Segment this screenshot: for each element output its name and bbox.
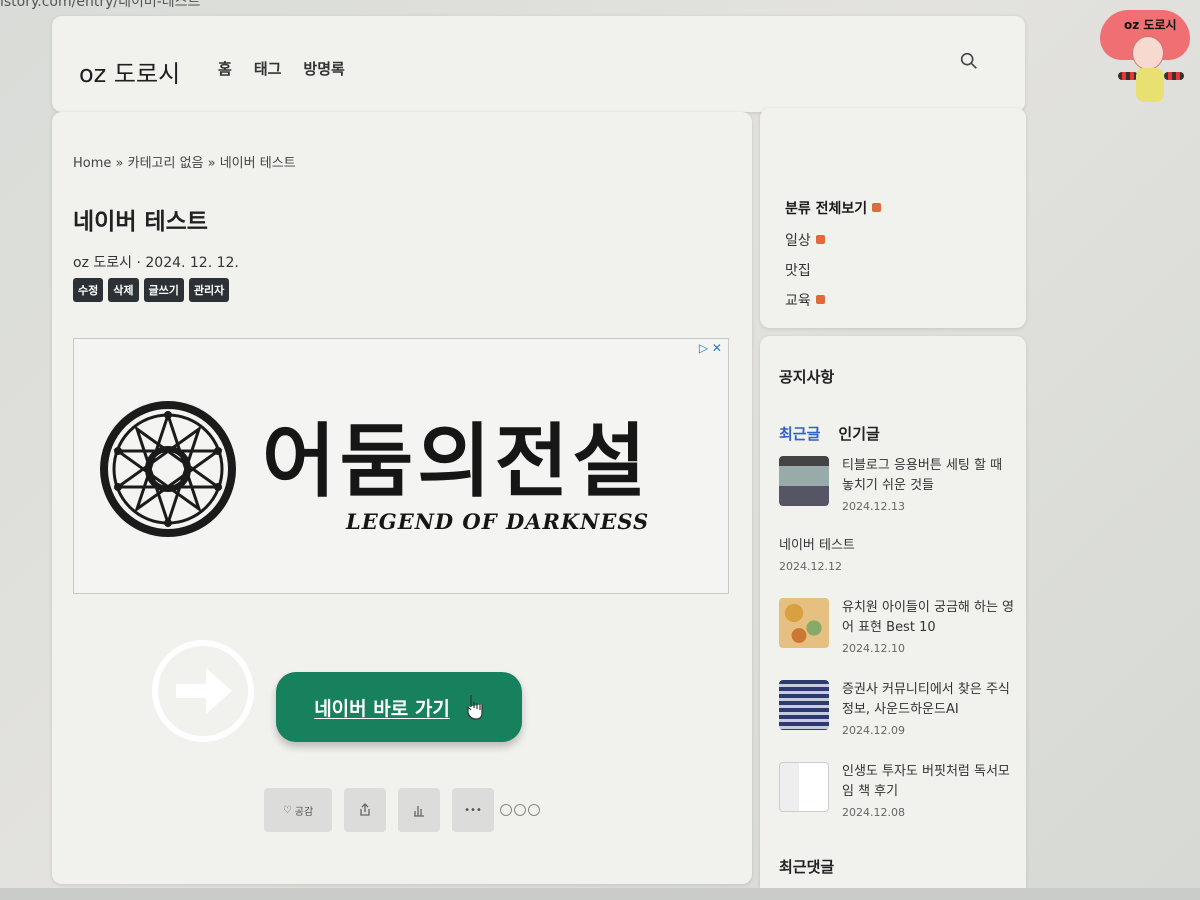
- post-date: 2024.12.13: [842, 500, 905, 513]
- recent-posts-widget: 공지사항 최근글 인기글 티블로그 응용버튼 세팅 할 때 놓치기 쉬운 것들 …: [760, 336, 1026, 896]
- arrow-right-icon: [152, 640, 254, 742]
- category-item-education[interactable]: 교육: [785, 290, 825, 310]
- post-link-title: 인생도 투자도 버핏처럼 독서모임 책 후기: [842, 764, 1010, 799]
- category-item-daily[interactable]: 일상: [785, 230, 825, 250]
- article-card: Home » 카테고리 없음 » 네이버 테스트 네이버 테스트 oz 도로시 …: [52, 112, 752, 884]
- post-tabs: 최근글 인기글: [779, 423, 880, 444]
- stats-button[interactable]: [398, 788, 440, 832]
- post-date: 2024.12.10: [842, 642, 905, 655]
- share-icon: [360, 803, 370, 816]
- notice-heading[interactable]: 공지사항: [779, 366, 834, 387]
- post-link-title: 증권사 커뮤니티에서 찾은 주식정보, 사운드하운드AI: [842, 682, 1010, 717]
- post-date: 2024.12.12: [779, 560, 842, 573]
- category-label: 일상: [785, 233, 811, 249]
- like-label: 공감: [294, 806, 314, 818]
- list-item[interactable]: 네이버 테스트 2024.12.12: [779, 536, 1015, 573]
- cc-by-icon: [500, 804, 512, 816]
- site-logo[interactable]: oz 도로시: [79, 54, 180, 89]
- taskbar: [0, 888, 1200, 900]
- post-thumbnail: [779, 680, 829, 730]
- more-icon: •••: [464, 804, 482, 816]
- post-meta: oz 도로시 · 2024. 12. 12.: [73, 252, 239, 272]
- main-nav: 홈 태그 방명록: [218, 58, 345, 79]
- mascot-arm-left: [1118, 72, 1138, 80]
- address-bar[interactable]: istory.com/entry/네이버-테스트: [0, 0, 330, 10]
- post-thumbnail: [779, 456, 829, 506]
- post-date: 2024.12.08: [842, 806, 905, 819]
- adchoices-icon[interactable]: ▷ ✕: [699, 341, 722, 355]
- cc-nc-icon: [514, 804, 526, 816]
- cc-license-icons[interactable]: [500, 804, 540, 816]
- mascot-label: oz 도로시: [1124, 18, 1177, 32]
- mascot-body: [1136, 68, 1164, 102]
- emblem-icon: [100, 401, 236, 537]
- new-badge-icon: [815, 295, 825, 304]
- cc-nd-icon: [528, 804, 540, 816]
- edit-button[interactable]: 수정: [73, 278, 104, 302]
- post-author[interactable]: oz 도로시: [73, 255, 132, 271]
- breadcrumb[interactable]: Home » 카테고리 없음 » 네이버 테스트: [73, 152, 296, 171]
- nav-home[interactable]: 홈: [218, 58, 232, 79]
- naver-go-label: 네이버 바로 가기: [314, 697, 450, 720]
- ad-subtitle: LEGEND OF DARKNESS: [346, 509, 650, 534]
- like-button[interactable]: ♡ 공감: [264, 788, 332, 832]
- list-item[interactable]: 티블로그 응용버튼 세팅 할 때 놓치기 쉬운 것들 2024.12.13: [779, 456, 1015, 513]
- write-button[interactable]: 글쓰기: [143, 278, 184, 302]
- category-item-food[interactable]: 맛집: [785, 260, 811, 280]
- site-header: oz 도로시 홈 태그 방명록: [52, 16, 1025, 112]
- ad-title: 어둠의전설: [262, 415, 650, 508]
- post-date: 2024.12.09: [842, 724, 905, 737]
- ad-banner[interactable]: ▷ ✕ 어둠의전설 LEGEND OF DARKNESS: [73, 338, 729, 594]
- admin-button[interactable]: 관리자: [188, 278, 230, 302]
- category-widget: 분류 전체보기 일상 맛집 교육: [760, 108, 1026, 328]
- post-date: 2024. 12. 12.: [145, 255, 239, 271]
- post-link-title: 네이버 테스트: [779, 538, 855, 553]
- more-button[interactable]: •••: [452, 788, 494, 832]
- recent-comments-heading: 최근댓글: [779, 858, 835, 876]
- nav-tag[interactable]: 태그: [254, 58, 282, 79]
- post-link-title: 유치원 아이들이 궁금해 하는 영어 표현 Best 10: [842, 600, 1015, 635]
- tab-recent[interactable]: 최근글: [779, 423, 820, 444]
- heart-icon: ♡: [282, 804, 292, 816]
- mascot-widget[interactable]: oz 도로시: [1098, 6, 1194, 110]
- naver-go-button[interactable]: 네이버 바로 가기: [276, 672, 522, 742]
- new-badge-icon: [872, 203, 882, 212]
- post-link-title: 티블로그 응용버튼 세팅 할 때 놓치기 쉬운 것들: [842, 458, 1003, 493]
- mascot-arm-right: [1164, 72, 1184, 80]
- list-item[interactable]: 인생도 투자도 버핏처럼 독서모임 책 후기 2024.12.08: [779, 762, 1015, 819]
- post-title: 네이버 테스트: [73, 209, 208, 235]
- admin-tools: 수정 삭제 글쓰기 관리자: [73, 278, 230, 302]
- share-button[interactable]: [344, 788, 386, 832]
- category-label: 맛집: [785, 263, 811, 279]
- mascot-face: [1132, 36, 1164, 70]
- category-all-label: 분류 전체보기: [785, 201, 868, 217]
- category-all[interactable]: 분류 전체보기: [785, 198, 882, 218]
- list-item[interactable]: 증권사 커뮤니티에서 찾은 주식정보, 사운드하운드AI 2024.12.09: [779, 680, 1015, 737]
- list-item[interactable]: 유치원 아이들이 궁금해 하는 영어 표현 Best 10 2024.12.10: [779, 598, 1015, 655]
- reaction-bar: ♡ 공감 •••: [264, 788, 540, 832]
- pointer-hand-icon: [467, 695, 483, 720]
- delete-button[interactable]: 삭제: [108, 278, 139, 302]
- new-badge-icon: [815, 235, 825, 244]
- category-label: 교육: [785, 293, 811, 309]
- post-thumbnail: [779, 762, 829, 812]
- tab-popular[interactable]: 인기글: [838, 423, 879, 444]
- search-icon[interactable]: [958, 50, 980, 72]
- nav-guestbook[interactable]: 방명록: [303, 58, 344, 79]
- post-thumbnail: [779, 598, 829, 648]
- bar-chart-icon: [414, 806, 424, 817]
